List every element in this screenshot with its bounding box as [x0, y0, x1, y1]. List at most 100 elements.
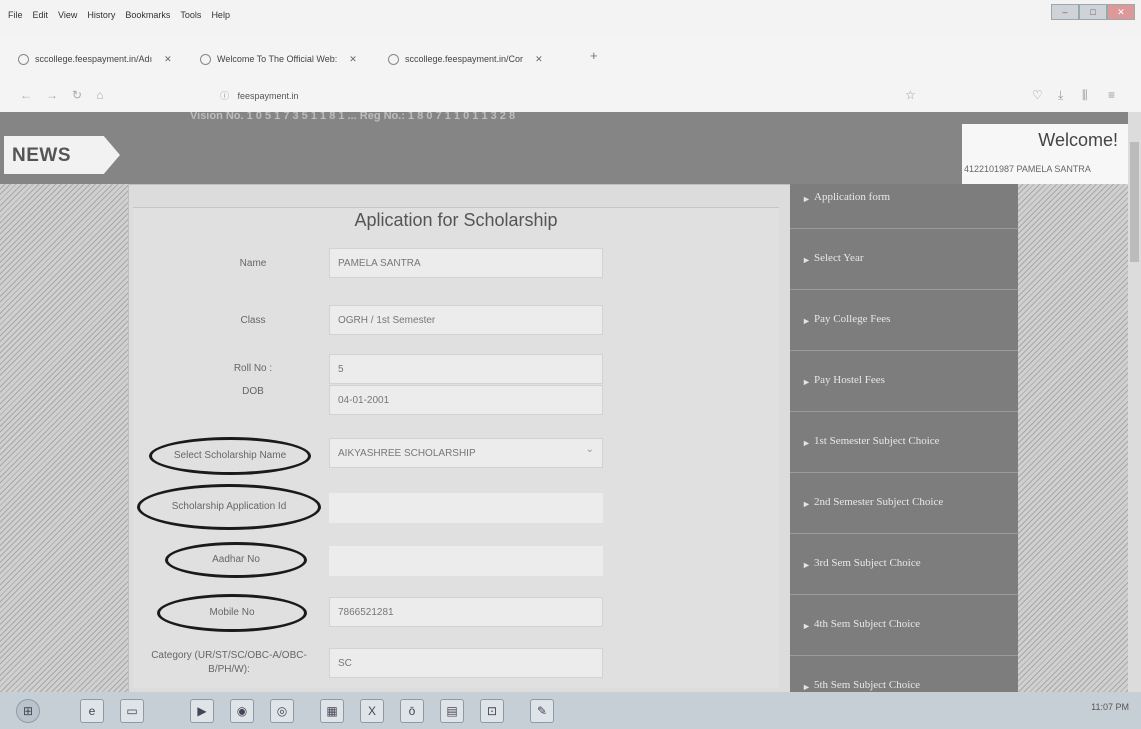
close-window-button[interactable]: ✕ [1107, 4, 1135, 20]
right-hatched-panel [1018, 184, 1128, 692]
menu-icon[interactable]: ≡ [1108, 88, 1115, 102]
scholarship-name-label: Select Scholarship Name [173, 450, 287, 461]
welcome-text: Welcome! [1038, 130, 1118, 150]
menu-item-label: 2nd Semester Subject Choice [814, 496, 944, 508]
menu-item-1st-semester[interactable]: ► 1st Semester Subject Choice [790, 412, 1018, 473]
close-tab-icon[interactable]: ✕ [349, 54, 357, 65]
faded-header-text: Vision No. 1 0 5 1 7 3 5 1 1 8 1 ... Reg… [190, 112, 516, 122]
paint-icon[interactable]: ✎ [530, 699, 554, 723]
roll-no-label: Roll No : [233, 363, 273, 374]
dob-field[interactable]: 04-01-2001 [329, 385, 603, 415]
maximize-button[interactable]: □ [1079, 4, 1107, 20]
new-tab-button[interactable]: + [590, 48, 598, 63]
arrow-icon: ► [802, 377, 811, 387]
menu-help[interactable]: Help [211, 10, 230, 20]
address-bar[interactable]: ⓘ feespayment.in [220, 87, 710, 105]
arrow-icon: ► [802, 621, 811, 631]
reload-icon[interactable]: ↻ [72, 88, 82, 102]
info-icon[interactable]: ⓘ [220, 91, 229, 101]
media-icon[interactable]: ▶ [190, 699, 214, 723]
mobile-no-label: Mobile No [209, 607, 255, 618]
page-icon [200, 53, 211, 65]
calendar-icon[interactable]: ▦ [320, 699, 344, 723]
menu-history[interactable]: History [87, 10, 115, 20]
menu-item-label: 1st Semester Subject Choice [814, 435, 940, 447]
menu-file[interactable]: File [8, 10, 23, 20]
menu-item-4th-sem[interactable]: ► 4th Sem Subject Choice [790, 595, 1018, 656]
download-icon[interactable]: ⤓ [1058, 88, 1063, 103]
category-field[interactable]: SC [329, 648, 603, 678]
menu-tools[interactable]: Tools [180, 10, 201, 20]
mobile-no-field[interactable]: 7866521281 [329, 597, 603, 627]
menu-view[interactable]: View [58, 10, 77, 20]
menu-item-pay-hostel-fees[interactable]: ► Pay Hostel Fees [790, 351, 1018, 412]
start-button[interactable]: ⊞ [16, 699, 40, 723]
explorer-icon[interactable]: e [80, 699, 104, 723]
navigation-bar: ← → ↻ ⌂ ⓘ feespayment.in ☆ ♡ ⤓ ⫼ ≡ [0, 82, 1141, 112]
calculator-icon[interactable]: ▤ [440, 699, 464, 723]
loading-icon [388, 53, 399, 65]
chrome-icon[interactable]: ◎ [270, 699, 294, 723]
loading-icon [18, 53, 29, 65]
menu-item-label: Select Year [814, 252, 864, 264]
scholarship-name-select[interactable]: AIKYASHREE SCHOLARSHIP [329, 435, 603, 468]
dob-label: DOB [242, 386, 264, 397]
form-body: Aplication for Scholarship Name PAMELA S… [133, 207, 779, 688]
arrow-icon: ► [802, 560, 811, 570]
left-hatched-panel [0, 184, 128, 692]
home-icon[interactable]: ⌂ [96, 88, 103, 102]
news-banner: NEWS [4, 136, 120, 174]
menu-item-2nd-semester[interactable]: ► 2nd Semester Subject Choice [790, 473, 1018, 534]
menu-item-label: Application form [814, 191, 891, 203]
arrow-icon: ► [802, 499, 811, 509]
library-icon[interactable]: ⫼ [1082, 88, 1088, 103]
app-icon[interactable]: ⊡ [480, 699, 504, 723]
excel-icon[interactable]: X [360, 699, 384, 723]
aadhar-no-field[interactable] [329, 546, 603, 576]
firefox-icon[interactable]: ◉ [230, 699, 254, 723]
menu-item-5th-sem[interactable]: ► 5th Sem Subject Choice [790, 656, 1018, 692]
back-icon[interactable]: ← [20, 88, 32, 102]
name-field[interactable]: PAMELA SANTRA [329, 248, 603, 278]
menu-edit[interactable]: Edit [33, 10, 49, 20]
folder-icon[interactable]: ▭ [120, 699, 144, 723]
menu-item-label: Pay College Fees [814, 313, 891, 325]
roll-no-field[interactable]: 5 [329, 354, 603, 384]
menu-item-pay-college-fees[interactable]: ► Pay College Fees [790, 290, 1018, 351]
arrow-icon: ► [802, 194, 811, 204]
close-tab-icon[interactable]: ✕ [535, 54, 543, 65]
page-scrollbar[interactable] [1128, 112, 1141, 692]
tab-2[interactable]: Welcome To The Official Web: ✕ [200, 50, 357, 68]
print-icon[interactable]: ō [400, 699, 424, 723]
forward-icon[interactable]: → [46, 88, 58, 102]
arrow-icon: ► [802, 682, 811, 692]
web-page: Vision No. 1 0 5 1 7 3 5 1 1 8 1 ... Reg… [0, 112, 1141, 692]
category-label: Category (UR/ST/SC/OBC-A/OBC-B/PH/W): [151, 650, 307, 675]
menu-item-label: 3rd Sem Subject Choice [814, 557, 921, 569]
menu-item-label: 5th Sem Subject Choice [814, 679, 921, 691]
scholarship-application-id-field[interactable] [329, 493, 603, 523]
pocket-icon[interactable]: ♡ [1032, 88, 1043, 102]
arrow-icon: ► [802, 255, 811, 265]
tab-3[interactable]: sccollege.feespayment.in/Cor ✕ [388, 50, 543, 68]
bookmark-star-icon[interactable]: ☆ [905, 88, 916, 102]
arrow-icon: ► [802, 438, 811, 448]
side-menu: ► Application form ► Select Year ► Pay C… [790, 184, 1018, 692]
tab-title: sccollege.feespayment.in/Adı [35, 54, 153, 64]
menu-item-application-form[interactable]: ► Application form [790, 168, 1018, 229]
system-clock[interactable]: 11:07 PM [1091, 702, 1129, 712]
class-field[interactable]: OGRH / 1st Semester [329, 305, 603, 335]
scrollbar-thumb[interactable] [1130, 142, 1139, 262]
tab-1[interactable]: sccollege.feespayment.in/Adı ✕ [18, 50, 172, 68]
menu-bookmarks[interactable]: Bookmarks [125, 10, 170, 20]
arrow-icon: ► [802, 316, 811, 326]
minimize-button[interactable]: – [1051, 4, 1079, 20]
menu-item-3rd-sem[interactable]: ► 3rd Sem Subject Choice [790, 534, 1018, 595]
menu-bar: File Edit View History Bookmarks Tools H… [0, 0, 1141, 34]
menu-item-select-year[interactable]: ► Select Year [790, 229, 1018, 290]
close-tab-icon[interactable]: ✕ [164, 54, 172, 65]
scholarship-form-card: Aplication for Scholarship Name PAMELA S… [128, 184, 792, 692]
tab-title: Welcome To The Official Web: [217, 54, 338, 64]
class-label: Class [240, 315, 266, 326]
menu-item-label: 4th Sem Subject Choice [814, 618, 921, 630]
